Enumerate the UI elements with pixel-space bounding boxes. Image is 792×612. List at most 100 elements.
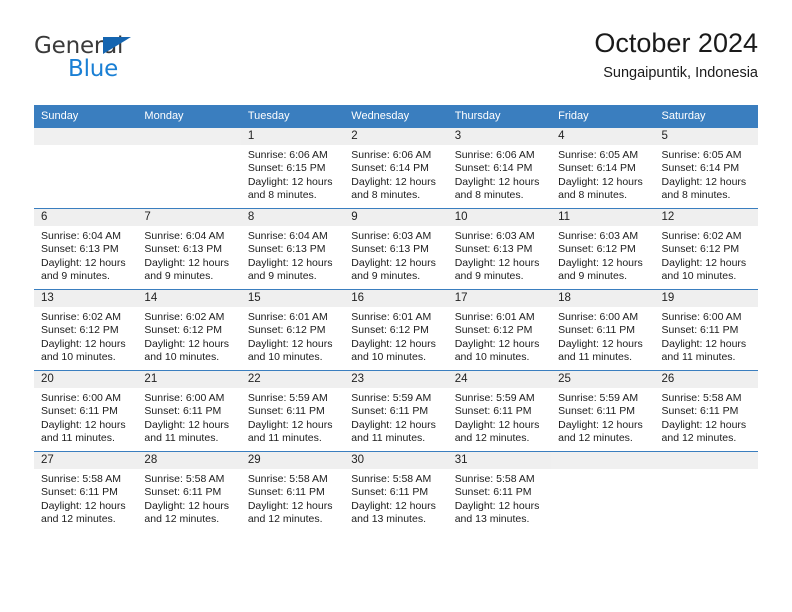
calendar-week-row: 20 Sunrise: 6:00 AM Sunset: 6:11 PM Dayligh… (34, 370, 758, 452)
day-cell[interactable]: 14 Sunrise: 6:02 AM Sunset: 6:12 PM Dayligh… (137, 289, 241, 371)
day-detail-line: Sunset: 6:11 PM (558, 324, 635, 337)
day-detail-line: Sunrise: 5:58 AM (454, 473, 535, 485)
day-details (34, 145, 137, 149)
day-detail-line: and 9 minutes. (144, 270, 214, 283)
day-cell[interactable]: 17 Sunrise: 6:01 AM Sunset: 6:12 PM Dayligh… (447, 289, 552, 371)
day-detail-line: and 12 minutes. (247, 513, 323, 526)
day-cell[interactable]: 6 Sunrise: 6:04 AM Sunset: 6:13 PM Daylight… (34, 208, 138, 290)
day-cell[interactable]: 16 Sunrise: 6:01 AM Sunset: 6:12 PM Dayligh… (344, 289, 448, 371)
day-cell[interactable]: 22 Sunrise: 5:59 AM Sunset: 6:11 PM Dayligh… (240, 370, 345, 452)
day-details: Sunrise: 5:59 AM Sunset: 6:11 PM Daylight:… (551, 388, 654, 446)
day-number (654, 452, 758, 469)
day-detail-line: Sunrise: 6:02 AM (661, 230, 742, 242)
day-cell[interactable]: 25 Sunrise: 5:59 AM Sunset: 6:11 PM Dayligh… (551, 370, 655, 452)
day-details: Sunrise: 5:58 AM Sunset: 6:11 PM Daylight:… (34, 469, 137, 527)
day-detail-line: Daylight: 12 hours (661, 256, 747, 269)
calendar-week-row: 6 Sunrise: 6:04 AM Sunset: 6:13 PM Daylight… (34, 208, 758, 290)
day-details: Sunrise: 5:59 AM Sunset: 6:11 PM Daylight:… (241, 388, 344, 446)
day-cell[interactable]: 5 Sunrise: 6:05 AM Sunset: 6:14 PM Daylight… (654, 127, 758, 209)
day-detail-line: Daylight: 12 hours (558, 175, 643, 188)
page-subtitle: Sungaipuntik, Indonesia (603, 65, 758, 81)
day-details: Sunrise: 6:01 AM Sunset: 6:12 PM Daylight:… (344, 307, 447, 365)
day-cell[interactable]: 3 Sunrise: 6:06 AM Sunset: 6:14 PM Daylight… (447, 127, 552, 209)
day-detail-line: Sunrise: 6:06 AM (454, 149, 535, 161)
day-detail-line: and 10 minutes. (351, 351, 426, 364)
day-number: 15 (240, 290, 345, 307)
day-cell[interactable]: 28 Sunrise: 5:58 AM Sunset: 6:11 PM Dayligh… (137, 451, 241, 532)
day-detail-line: Daylight: 12 hours (247, 256, 333, 269)
day-cell[interactable]: 31 Sunrise: 5:58 AM Sunset: 6:11 PM Dayligh… (447, 451, 552, 532)
day-cell[interactable]: 7 Sunrise: 6:04 AM Sunset: 6:13 PM Daylight… (137, 208, 241, 290)
day-detail-line: Sunrise: 5:58 AM (41, 473, 121, 485)
day-cell[interactable]: 20 Sunrise: 6:00 AM Sunset: 6:11 PM Dayligh… (34, 370, 138, 452)
day-cell[interactable]: 24 Sunrise: 5:59 AM Sunset: 6:11 PM Dayligh… (447, 370, 552, 452)
day-number: 13 (34, 290, 138, 307)
day-details: Sunrise: 6:00 AM Sunset: 6:11 PM Daylight:… (34, 388, 137, 446)
day-cell[interactable]: 21 Sunrise: 6:00 AM Sunset: 6:11 PM Dayligh… (137, 370, 241, 452)
day-detail-line: Sunrise: 6:03 AM (454, 230, 535, 242)
day-detail-line: Sunset: 6:11 PM (41, 405, 118, 418)
day-detail-line: Sunset: 6:12 PM (351, 324, 429, 337)
day-detail-line: Daylight: 12 hours (41, 256, 126, 269)
day-cell[interactable]: 26 Sunrise: 5:58 AM Sunset: 6:11 PM Dayligh… (654, 370, 758, 452)
day-cell[interactable]: 2 Sunrise: 6:06 AM Sunset: 6:14 PM Daylight… (344, 127, 448, 209)
day-details: Sunrise: 6:05 AM Sunset: 6:14 PM Daylight:… (551, 145, 654, 203)
day-detail-line: and 10 minutes. (41, 351, 116, 364)
day-detail-line: and 13 minutes. (454, 513, 530, 526)
day-cell-empty (34, 127, 138, 209)
day-detail-line: and 11 minutes. (661, 351, 736, 364)
day-detail-line: Sunset: 6:14 PM (351, 162, 429, 175)
day-cell[interactable]: 18 Sunrise: 6:00 AM Sunset: 6:11 PM Dayligh… (551, 289, 655, 371)
day-cell[interactable]: 13 Sunrise: 6:02 AM Sunset: 6:12 PM Dayligh… (34, 289, 138, 371)
calendar-week-row: 27 Sunrise: 5:58 AM Sunset: 6:11 PM Dayligh… (34, 451, 758, 532)
day-detail-line: Sunrise: 6:05 AM (661, 149, 742, 161)
day-detail-line: Sunrise: 5:58 AM (247, 473, 328, 485)
day-cell[interactable]: 10 Sunrise: 6:03 AM Sunset: 6:13 PM Dayligh… (447, 208, 552, 290)
day-detail-line: Daylight: 12 hours (454, 418, 540, 431)
day-number: 4 (551, 128, 655, 145)
day-cell[interactable]: 12 Sunrise: 6:02 AM Sunset: 6:12 PM Dayligh… (654, 208, 758, 290)
day-cell[interactable]: 23 Sunrise: 5:59 AM Sunset: 6:11 PM Dayligh… (344, 370, 448, 452)
day-cell[interactable]: 30 Sunrise: 5:58 AM Sunset: 6:11 PM Dayligh… (344, 451, 448, 532)
calendar-week-row: 13 Sunrise: 6:02 AM Sunset: 6:12 PM Dayligh… (34, 289, 758, 371)
day-detail-line: Sunset: 6:12 PM (247, 324, 326, 337)
day-cell[interactable]: 27 Sunrise: 5:58 AM Sunset: 6:11 PM Dayligh… (34, 451, 138, 532)
day-details: Sunrise: 6:04 AM Sunset: 6:13 PM Daylight:… (137, 226, 240, 284)
day-number: 11 (551, 209, 655, 226)
day-cell[interactable]: 1 Sunrise: 6:06 AM Sunset: 6:15 PM Daylight… (240, 127, 345, 209)
day-cell[interactable]: 15 Sunrise: 6:01 AM Sunset: 6:12 PM Dayligh… (240, 289, 345, 371)
day-detail-line: Sunset: 6:13 PM (41, 243, 119, 256)
day-cell[interactable]: 19 Sunrise: 6:00 AM Sunset: 6:11 PM Dayligh… (654, 289, 758, 371)
day-detail-line: and 13 minutes. (351, 513, 426, 526)
weekday-header-saturday: Saturday (654, 105, 758, 128)
day-detail-line: and 8 minutes. (454, 189, 524, 202)
day-cell[interactable]: 4 Sunrise: 6:05 AM Sunset: 6:14 PM Daylight… (551, 127, 655, 209)
weekday-header-monday: Monday (137, 105, 241, 128)
day-detail-line: Sunrise: 6:05 AM (558, 149, 639, 161)
day-number: 14 (137, 290, 241, 307)
day-detail-line: and 11 minutes. (558, 351, 633, 364)
day-number: 18 (551, 290, 655, 307)
day-detail-line: Sunset: 6:13 PM (454, 243, 533, 256)
day-detail-line: Daylight: 12 hours (144, 499, 230, 512)
day-cell[interactable]: 8 Sunrise: 6:04 AM Sunset: 6:13 PM Daylight… (240, 208, 345, 290)
weekday-header-thursday: Thursday (447, 105, 552, 128)
day-number: 23 (344, 371, 448, 388)
day-detail-line: Sunset: 6:14 PM (661, 162, 740, 175)
day-details: Sunrise: 6:06 AM Sunset: 6:14 PM Daylight:… (344, 145, 447, 203)
day-detail-line: Sunrise: 5:58 AM (144, 473, 225, 485)
day-number: 6 (34, 209, 138, 226)
day-detail-line: and 9 minutes. (247, 270, 317, 283)
day-detail-line: Sunrise: 6:06 AM (247, 149, 328, 161)
day-number (551, 452, 655, 469)
day-cell[interactable]: 29 Sunrise: 5:58 AM Sunset: 6:11 PM Dayligh… (240, 451, 345, 532)
day-detail-line: Daylight: 12 hours (351, 499, 436, 512)
day-cell[interactable]: 11 Sunrise: 6:03 AM Sunset: 6:12 PM Dayligh… (551, 208, 655, 290)
calendar-grid: Sunday Monday Tuesday Wednesday Thursday Frid… (34, 105, 758, 532)
day-cell-empty (137, 127, 241, 209)
day-detail-line: Daylight: 12 hours (41, 418, 126, 431)
day-cell[interactable]: 9 Sunrise: 6:03 AM Sunset: 6:13 PM Daylight… (344, 208, 448, 290)
day-detail-line: and 12 minutes. (661, 432, 737, 445)
day-detail-line: Sunrise: 6:04 AM (41, 230, 121, 242)
day-detail-line: Sunrise: 5:59 AM (454, 392, 535, 404)
